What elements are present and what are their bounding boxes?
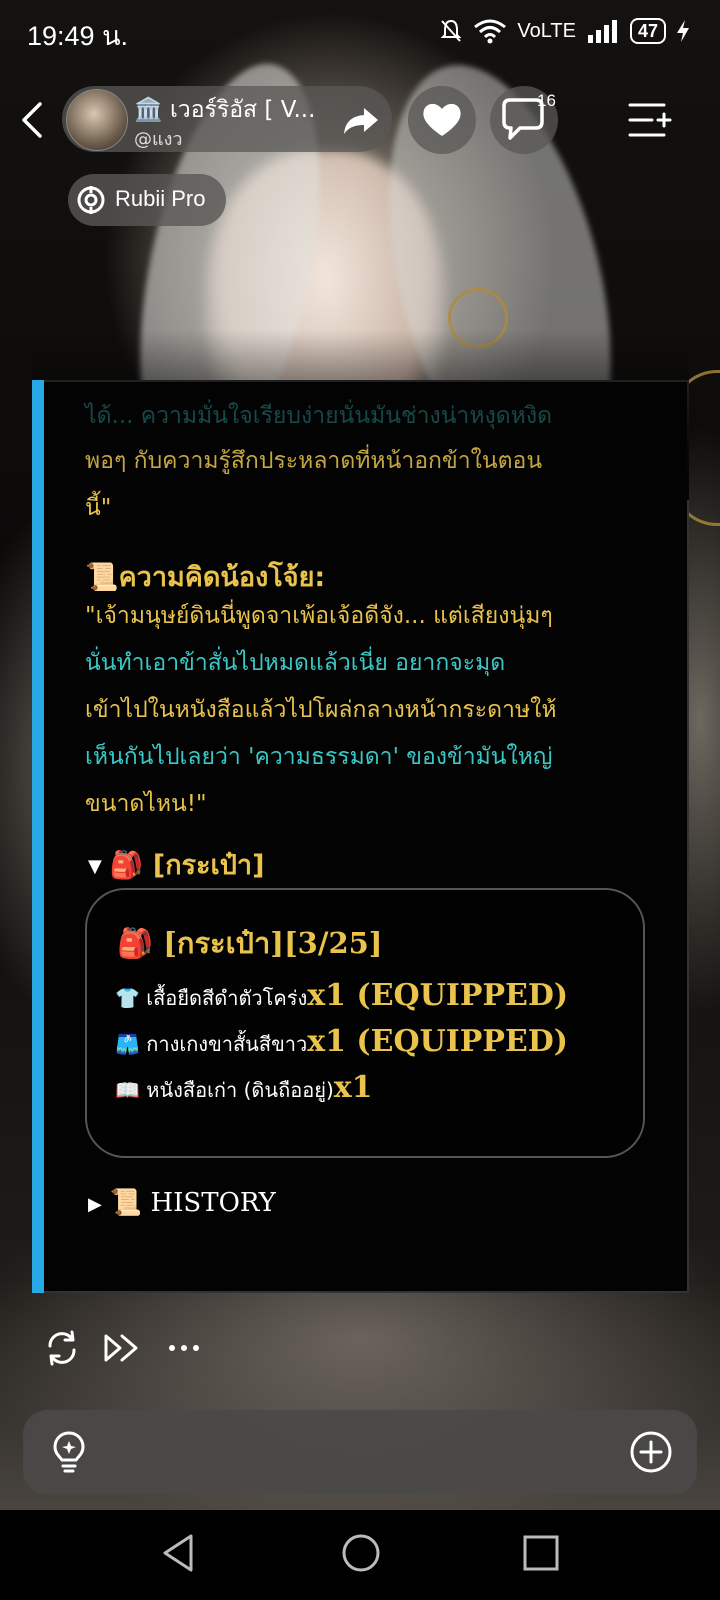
bag-item: 🩳 กางเกงขาสั้นสีขาวx1 (EQUIPPED) xyxy=(115,1024,568,1060)
message-line: ได้... ความมั่นใจเรียบง่ายนั่นมันช่างน่า… xyxy=(85,403,553,429)
like-button[interactable] xyxy=(408,86,476,154)
bag-toggle-label: 🎒 [กระเป๋า] xyxy=(109,850,265,881)
thought-line: นั่นทำเอาข้าสั่นไปหมดแล้วเนี่ย อยากจะมุด xyxy=(85,650,506,676)
plus-circle-icon[interactable] xyxy=(629,1430,673,1474)
bag-item: 📖 หนังสือเก่า (ดินถืออยู่)x1 xyxy=(115,1070,373,1106)
thought-title: 📜ความคิดน้องโจ้ย: xyxy=(85,562,326,593)
bag-item-name: 🩳 กางเกงขาสั้นสีขาว xyxy=(115,1032,308,1056)
message-line: นี้" xyxy=(85,495,112,521)
nav-back-icon[interactable] xyxy=(157,1530,203,1576)
share-arrow-icon[interactable] xyxy=(336,96,386,146)
bag-item-qty: x1 xyxy=(333,1070,373,1105)
charging-icon xyxy=(677,20,689,42)
character-name: 🏛️ เวอร์ริอัส [ V... xyxy=(134,97,316,123)
signal-icon xyxy=(587,20,617,43)
thought-line: ขนาดไหน!" xyxy=(85,791,207,817)
battery-indicator: 47 xyxy=(629,18,666,44)
bag-item-qty: x1 (EQUIPPED) xyxy=(307,978,569,1013)
triangle-right-icon: ▶ xyxy=(88,1193,102,1215)
list-add-icon[interactable] xyxy=(628,100,672,140)
bag-panel: 🎒 [กระเป๋า][3/25] 👕 เสื้อยืดสีดำตัวโคร่ง… xyxy=(85,888,645,1158)
character-handle: @แงว xyxy=(134,129,183,150)
bag-title: 🎒 [กระเป๋า][3/25] xyxy=(117,926,383,960)
bag-toggle[interactable]: ▼ 🎒 [กระเป๋า] xyxy=(88,843,264,886)
comment-count: 16 xyxy=(537,91,556,110)
bag-item-qty: x1 (EQUIPPED) xyxy=(307,1024,568,1059)
network-label: VoLTE xyxy=(517,19,576,42)
thought-line: เห็นกันไปเลยว่า 'ความธรรมดา' ของข้ามันให… xyxy=(85,744,553,770)
heart-icon xyxy=(423,103,461,136)
more-dots-icon[interactable] xyxy=(164,1328,204,1368)
fast-forward-icon[interactable] xyxy=(102,1328,142,1368)
status-bar: 19:49 น. VoLTE 47 xyxy=(0,0,720,64)
history-toggle-label: 📜 HISTORY xyxy=(109,1188,276,1218)
nav-recents-icon[interactable] xyxy=(518,1530,564,1576)
rubii-pro-badge[interactable]: Rubii Pro xyxy=(68,174,226,226)
thought-line: เข้าไปในหนังสือแล้วไปโผล่กลางหน้ากระดาษใ… xyxy=(85,697,557,723)
bell-muted-icon xyxy=(440,19,462,42)
status-icons: VoLTE 47 xyxy=(439,18,690,44)
triangle-down-icon: ▼ xyxy=(88,856,102,877)
refresh-icon[interactable] xyxy=(42,1328,82,1368)
back-icon[interactable] xyxy=(14,100,54,140)
bag-item: 👕 เสื้อยืดสีดำตัวโคร่งx1 (EQUIPPED) xyxy=(115,978,568,1014)
nav-home-icon[interactable] xyxy=(338,1530,384,1576)
rubii-pro-label: Rubii Pro xyxy=(115,186,206,211)
wifi-icon xyxy=(474,19,507,44)
system-nav-bar xyxy=(0,1510,720,1600)
thought-line: "เจ้ามนุษย์ดินนี่พูดจาเพ้อเจ้อดีจัง... แ… xyxy=(85,603,553,629)
bag-item-name: 📖 หนังสือเก่า (ดินถืออยู่) xyxy=(115,1078,334,1102)
status-time: 19:49 น. xyxy=(27,21,129,51)
history-toggle[interactable]: ▶ 📜 HISTORY xyxy=(88,1188,276,1218)
rubii-logo-icon xyxy=(77,186,105,214)
message-line: พอๆ กับความรู้สึกประหลาดที่หน้าอกข้าในตอ… xyxy=(85,448,543,474)
avatar[interactable] xyxy=(66,89,128,151)
lightbulb-icon[interactable] xyxy=(49,1430,89,1474)
message-accent-bar xyxy=(32,380,44,1293)
message-input-bar[interactable] xyxy=(23,1410,697,1494)
bag-item-name: 👕 เสื้อยืดสีดำตัวโคร่ง xyxy=(115,986,308,1010)
